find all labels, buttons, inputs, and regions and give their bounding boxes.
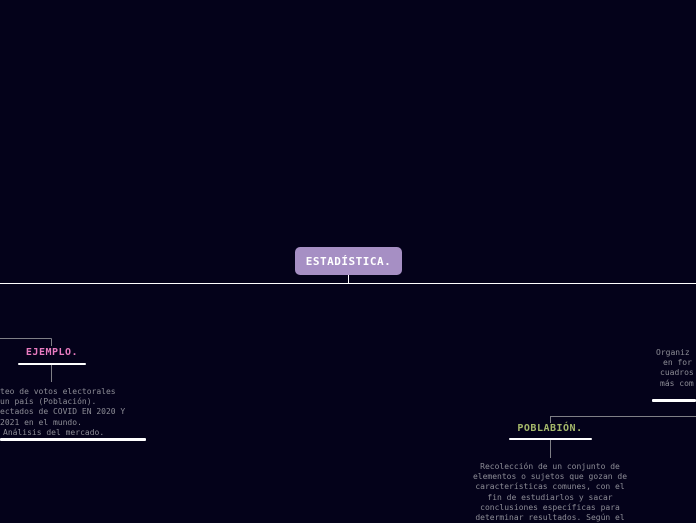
organiza-line: más com	[660, 378, 694, 388]
ejemplo-body-connector	[51, 365, 52, 382]
poblacion-body-connector	[550, 440, 551, 458]
ejemplo-line: Análisis del mercado.	[3, 427, 105, 437]
root-node-estadistica[interactable]: ESTADÍSTICA.	[295, 247, 402, 275]
organiza-line: Organiz	[656, 348, 690, 357]
poblacion-title[interactable]: POBLABIÓN.	[505, 423, 595, 434]
organiza-line: cuadros	[660, 368, 694, 378]
poblacion-line: características comunes, con el	[475, 482, 625, 492]
ejemplo-connector-v	[51, 338, 52, 346]
ejemplo-line: 2021 en el mundo.	[0, 417, 82, 427]
root-label: ESTADÍSTICA.	[305, 254, 392, 268]
ejemplo-line: ectados de COVID EN 2020 Y	[0, 407, 126, 417]
organiza-body[interactable]: Organiz en for cuadros más com	[656, 348, 696, 389]
poblacion-line: Recolección de un conjunto de	[480, 462, 620, 471]
poblacion-line: elementos o sujetos que gozan de	[472, 472, 628, 482]
ejemplo-body[interactable]: teo de votos electorales un país (Poblac…	[0, 387, 144, 438]
root-connector	[348, 275, 349, 284]
poblacion-body[interactable]: Recolección de un conjunto de elementos …	[449, 462, 651, 523]
ejemplo-title[interactable]: EJEMPLO.	[15, 347, 89, 358]
poblacion-line: conclusiones específicas para	[480, 502, 620, 512]
organiza-line: en for	[663, 358, 692, 368]
ejemplo-body-underline	[0, 438, 146, 441]
poblacion-line: fin de estudiarlos y sacar	[487, 492, 613, 502]
poblacion-connector-v	[550, 416, 551, 423]
poblacion-line: determinar resultados. Según el	[475, 513, 625, 523]
ejemplo-connector-h	[0, 338, 51, 339]
poblacion-connector-h	[550, 416, 696, 417]
ejemplo-title-underline	[18, 363, 86, 365]
ejemplo-line: un país (Población).	[0, 397, 97, 407]
ejemplo-line: teo de votos electorales	[0, 387, 116, 396]
organiza-body-underline	[652, 399, 696, 402]
